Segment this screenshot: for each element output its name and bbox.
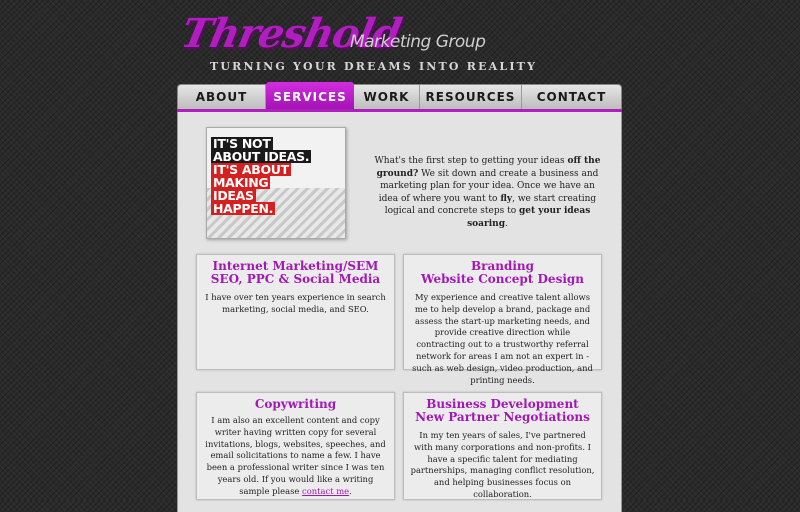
- contact-me-link[interactable]: contact me: [302, 486, 349, 496]
- nav-services[interactable]: SERVICES: [266, 82, 354, 111]
- service-subtitle: New Partner Negotiations: [415, 410, 590, 424]
- poster-line: HAPPEN.: [211, 201, 276, 216]
- service-box-copywriting: Copywriting I am also an excellent conte…: [196, 392, 395, 500]
- service-box-branding: Branding Website Concept Design My exper…: [403, 254, 602, 385]
- logo-subtitle: Marketing Group: [350, 32, 486, 52]
- service-body-end: .: [349, 485, 352, 496]
- service-body-text: I am also an excellent content and copy …: [205, 415, 386, 496]
- tagline: TURNING YOUR DREAMS INTO REALITY: [210, 60, 538, 73]
- site-header: Threshold Marketing Group TURNING YOUR D…: [177, 10, 622, 80]
- service-subtitle: Website Concept Design: [421, 272, 584, 286]
- service-subtitle: SEO, PPC & Social Media: [210, 272, 381, 286]
- service-box-internet-marketing: Internet Marketing/SEM SEO, PPC & Social…: [196, 254, 395, 370]
- nav-work[interactable]: WORK: [354, 85, 420, 109]
- intro-part: .: [505, 218, 508, 229]
- service-title: Copywriting: [254, 397, 337, 411]
- service-box-business-development: Business Development New Partner Negotia…: [403, 392, 602, 500]
- service-description: In my ten years of sales, I've partnered…: [410, 430, 595, 499]
- intro-text: What's the first step to getting your id…: [370, 155, 605, 230]
- nav-contact[interactable]: CONTACT: [522, 85, 621, 109]
- service-description: My experience and creative talent allows…: [412, 292, 593, 385]
- poster-image: IT'S NOT ABOUT IDEAS. IT'S ABOUT MAKING …: [206, 127, 346, 239]
- intro-part: What's the first step to getting your id…: [374, 156, 568, 166]
- service-description: I have over ten years experience in sear…: [205, 292, 386, 314]
- nav-resources[interactable]: RESOURCES: [420, 85, 522, 109]
- intro-bold: fly: [500, 193, 513, 204]
- service-description: I am also an excellent content and copy …: [197, 411, 394, 498]
- main-nav: ABOUT SERVICES WORK RESOURCES CONTACT: [177, 82, 622, 111]
- nav-about[interactable]: ABOUT: [178, 85, 266, 109]
